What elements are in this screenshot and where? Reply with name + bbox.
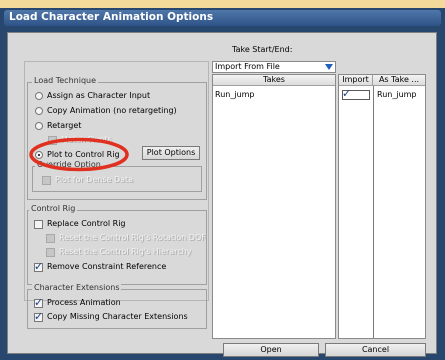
load-technique-legend: Load Technique [32, 76, 99, 85]
retarget-label: Retarget [47, 121, 82, 130]
extensions-legend: Character Extensions [32, 283, 122, 292]
assign-input-label: Assign as Character Input [47, 91, 151, 100]
plot-options-button[interactable]: Plot Options [142, 146, 200, 160]
import-checkbox[interactable] [342, 87, 370, 100]
copy-missing-label: Copy Missing Character Extensions [47, 312, 188, 321]
copy-animation-radio[interactable] [35, 107, 43, 115]
plot-dense-checkbox[interactable] [42, 176, 51, 185]
replace-control-rig-label: Replace Control Rig [47, 219, 126, 228]
control-rig-legend: Control Rig [29, 204, 78, 213]
reset-rotation-label: Reset the Control Rig's Rotation DOF [59, 233, 206, 242]
import-table[interactable]: Import As Take ... Run_jump [338, 74, 426, 339]
reset-hierarchy-label: Reset the Control Rig's Hierarchy [59, 247, 192, 256]
retarget-radio[interactable] [35, 122, 43, 130]
list-item[interactable]: Run_jump [215, 90, 255, 99]
import-header: Import [339, 75, 373, 86]
dialog-body: Load Technique Assign as Character Input… [7, 32, 437, 357]
process-animation-label: Process Animation [47, 298, 121, 307]
takes-list[interactable]: Takes Run_jump [212, 74, 336, 339]
take-range-label: Take Start/End: [232, 45, 293, 54]
copy-animation-label: Copy Animation (no retargeting) [47, 106, 177, 115]
replace-control-rig-checkbox[interactable] [34, 220, 43, 229]
reset-hierarchy-checkbox[interactable] [46, 248, 55, 257]
remove-constraint-checkbox[interactable] [34, 260, 43, 273]
plot-dense-label: Plot for Dense Data [55, 175, 134, 184]
take-range-value: Import From File [215, 62, 280, 71]
process-animation-checkbox[interactable] [34, 296, 43, 309]
extensions-group [27, 289, 207, 329]
assign-input-radio[interactable] [35, 92, 43, 100]
as-take-value[interactable]: Run_jump [377, 90, 417, 99]
import-column-divider [373, 86, 374, 338]
takes-header: Takes [213, 75, 335, 86]
reset-rotation-checkbox[interactable] [46, 234, 55, 243]
remove-constraint-label: Remove Constraint Reference [47, 262, 167, 271]
chevron-down-icon [325, 64, 333, 70]
dialog-window: Load Character Animation Options Load Te… [0, 8, 445, 360]
copy-missing-checkbox[interactable] [34, 310, 43, 323]
open-button[interactable]: Open [223, 343, 319, 357]
dialog-title: Load Character Animation Options [9, 11, 214, 23]
cancel-button[interactable]: Cancel [325, 343, 426, 357]
title-bar[interactable]: Load Character Animation Options [4, 10, 441, 26]
as-take-header: As Take ... [373, 75, 425, 86]
highlight-ellipse [29, 137, 129, 172]
take-range-dropdown[interactable]: Import From File [212, 61, 336, 73]
